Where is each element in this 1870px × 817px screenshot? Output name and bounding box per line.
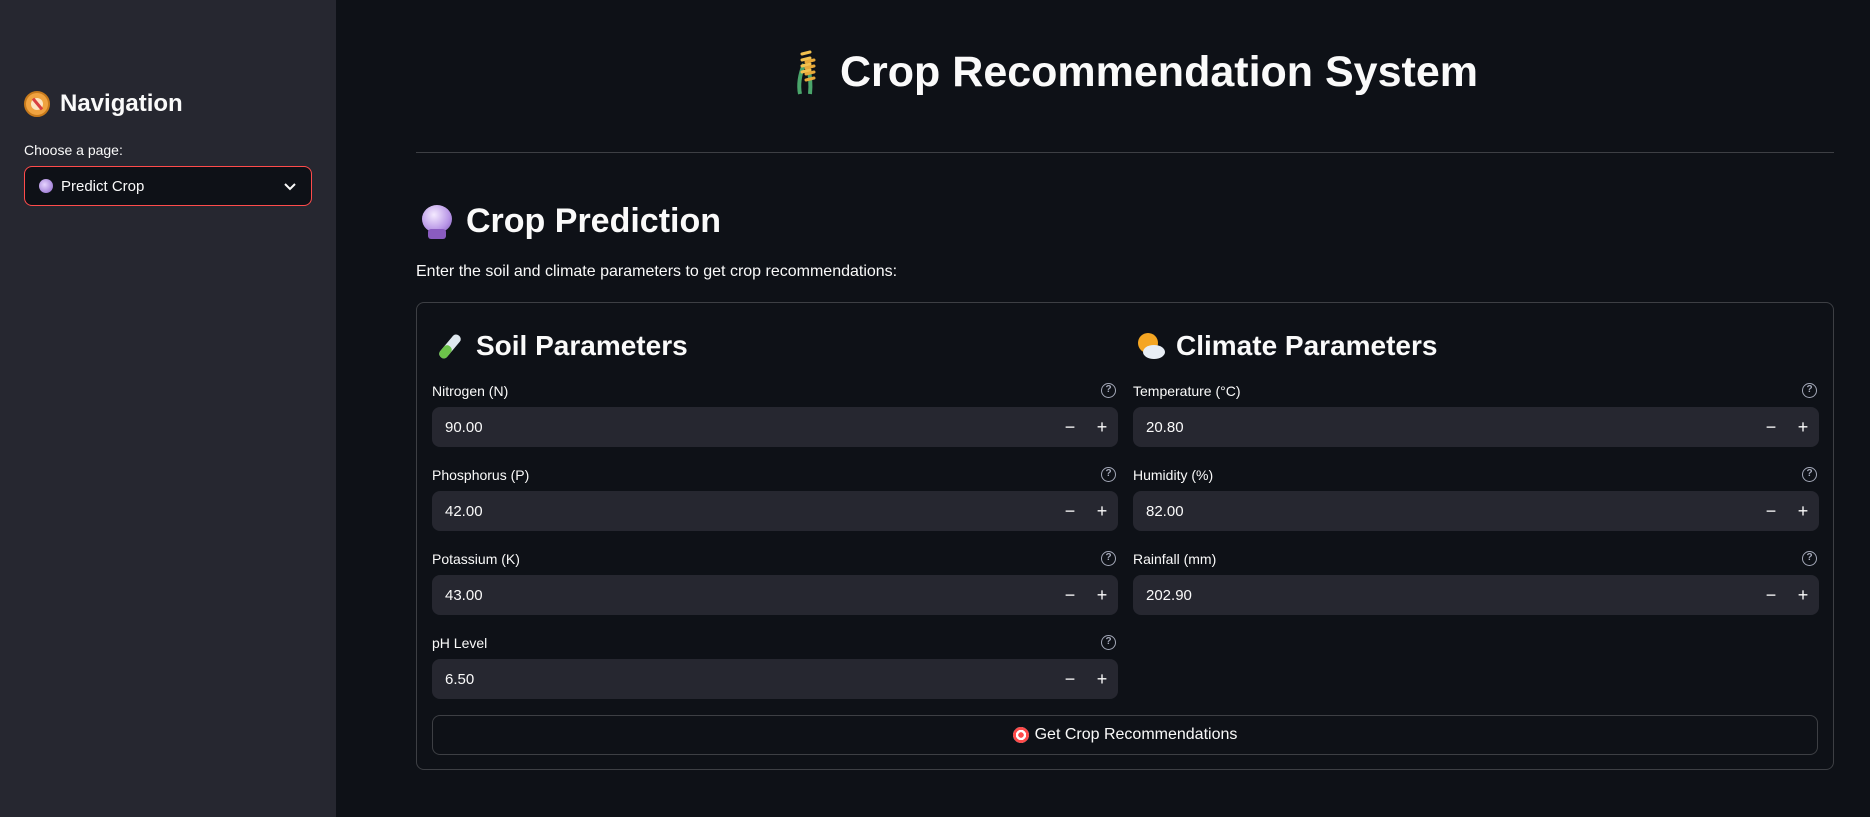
temperature-label: Temperature (°C) — [1133, 383, 1241, 399]
increment-button[interactable]: + — [1086, 575, 1118, 615]
navigation-heading: Navigation — [24, 90, 183, 118]
increment-button[interactable]: + — [1787, 575, 1819, 615]
ph-level-label: pH Level — [432, 635, 488, 651]
test-tube-icon — [439, 334, 461, 359]
increment-button[interactable]: + — [1086, 659, 1118, 699]
get-recommendations-button[interactable]: Get Crop Recommendations — [432, 715, 1818, 755]
potassium-value[interactable]: 43.00 — [432, 587, 1054, 604]
humidity-label: Humidity (%) — [1133, 467, 1214, 483]
temperature-input[interactable]: 20.80 − + — [1133, 407, 1819, 447]
nitrogen-input[interactable]: 90.00 − + — [432, 407, 1118, 447]
climate-parameters-title: Climate Parameters — [1176, 330, 1438, 361]
decrement-button[interactable]: − — [1054, 407, 1086, 447]
page-select-value: Predict Crop — [61, 177, 145, 195]
header-divider — [416, 152, 1834, 153]
humidity-input[interactable]: 82.00 − + — [1133, 491, 1819, 531]
get-recommendations-label: Get Crop Recommendations — [1034, 726, 1238, 743]
ph-level-value[interactable]: 6.50 — [432, 671, 1054, 688]
rainfall-input[interactable]: 202.90 − + — [1133, 575, 1819, 615]
help-icon[interactable]: ? — [1802, 383, 1817, 398]
crystal-ball-icon — [39, 179, 53, 193]
help-icon[interactable]: ? — [1101, 383, 1116, 398]
help-icon[interactable]: ? — [1101, 635, 1116, 650]
decrement-button[interactable]: − — [1755, 407, 1787, 447]
phosphorus-input[interactable]: 42.00 − + — [432, 491, 1118, 531]
help-icon[interactable]: ? — [1101, 551, 1116, 566]
help-icon[interactable]: ? — [1101, 467, 1116, 482]
page-select[interactable]: Predict Crop — [24, 166, 312, 206]
decrement-button[interactable]: − — [1755, 491, 1787, 531]
section-title: Crop Prediction — [422, 202, 721, 241]
rainfall-label: Rainfall (mm) — [1133, 551, 1217, 567]
chevron-down-icon — [284, 183, 296, 191]
sun-behind-cloud-icon — [1138, 333, 1165, 359]
sidebar: Navigation Choose a page: Predict Crop — [0, 0, 336, 817]
soil-parameters-heading: Soil Parameters — [436, 330, 688, 362]
decrement-button[interactable]: − — [1755, 575, 1787, 615]
page-select-label: Choose a page: — [24, 142, 123, 158]
increment-button[interactable]: + — [1086, 407, 1118, 447]
increment-button[interactable]: + — [1086, 491, 1118, 531]
humidity-value[interactable]: 82.00 — [1133, 503, 1755, 520]
potassium-label: Potassium (K) — [432, 551, 520, 567]
soil-parameters-title: Soil Parameters — [476, 330, 688, 361]
help-icon[interactable]: ? — [1802, 551, 1817, 566]
parameters-form — [416, 302, 1834, 770]
decrement-button[interactable]: − — [1054, 575, 1086, 615]
direct-hit-icon — [1012, 727, 1029, 743]
navigation-heading-label: Navigation — [60, 90, 183, 117]
phosphorus-label: Phosphorus (P) — [432, 467, 530, 483]
nitrogen-value[interactable]: 90.00 — [432, 419, 1054, 436]
section-title-text: Crop Prediction — [466, 202, 722, 240]
page-title-text: Crop Recommendation System — [840, 48, 1478, 96]
increment-button[interactable]: + — [1787, 407, 1819, 447]
instructions-text: Enter the soil and climate parameters to… — [416, 263, 898, 280]
ph-level-input[interactable]: 6.50 − + — [432, 659, 1118, 699]
increment-button[interactable]: + — [1787, 491, 1819, 531]
decrement-button[interactable]: − — [1054, 491, 1086, 531]
potassium-input[interactable]: 43.00 − + — [432, 575, 1118, 615]
phosphorus-value[interactable]: 42.00 — [432, 503, 1054, 520]
compass-icon — [24, 91, 50, 117]
temperature-value[interactable]: 20.80 — [1133, 419, 1755, 436]
climate-parameters-heading: Climate Parameters — [1136, 330, 1437, 362]
rainfall-value[interactable]: 202.90 — [1133, 587, 1755, 604]
sheaf-of-rice-icon — [797, 50, 816, 94]
nitrogen-label: Nitrogen (N) — [432, 383, 509, 399]
crystal-ball-icon — [422, 204, 452, 239]
decrement-button[interactable]: − — [1054, 659, 1086, 699]
page-title: Crop Recommendation System — [790, 48, 1478, 97]
help-icon[interactable]: ? — [1802, 467, 1817, 482]
